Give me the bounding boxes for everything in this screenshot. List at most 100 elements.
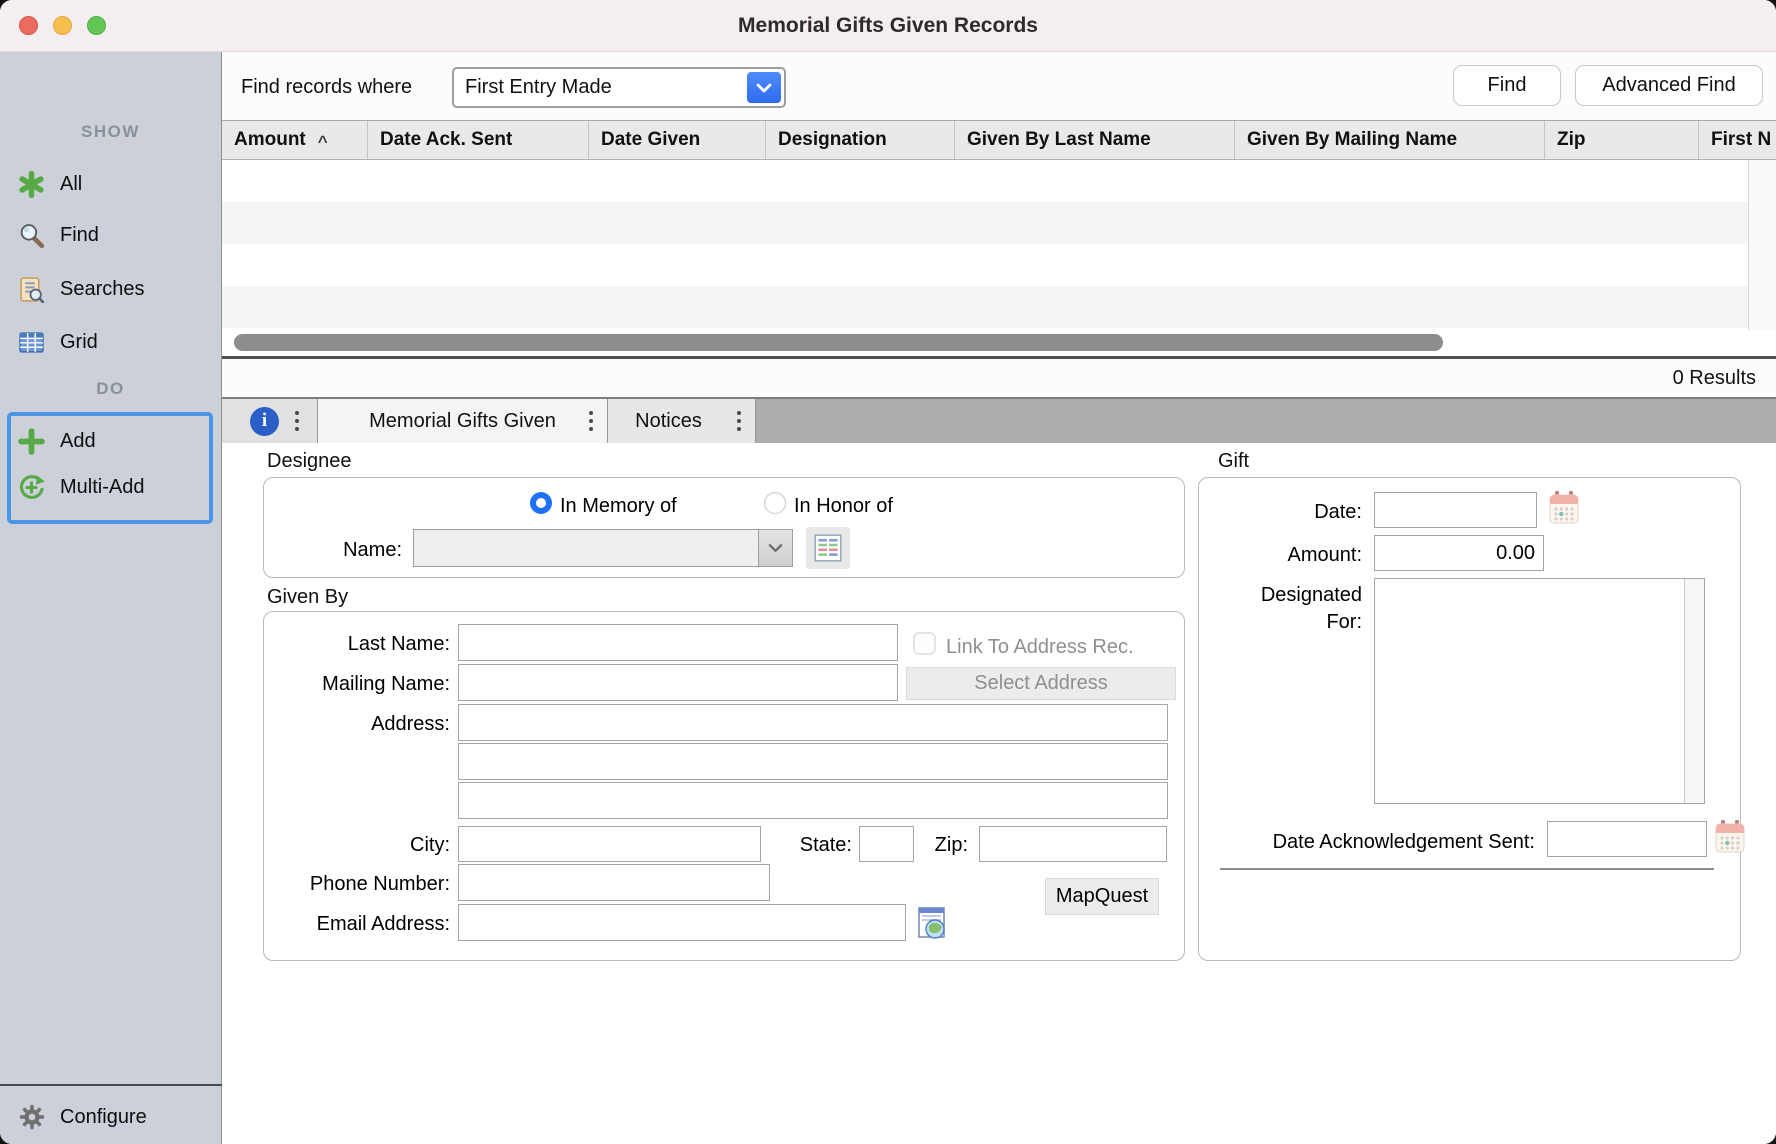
results-count: 0 Results (1673, 367, 1756, 390)
find-records-where-label: Find records where (241, 76, 412, 99)
sidebar-item-label: Grid (60, 331, 98, 354)
advanced-find-button[interactable]: Advanced Find (1575, 65, 1763, 106)
results-bar: 0 Results (222, 359, 1776, 397)
tab-info-segment: i (222, 399, 318, 443)
mailing-name-label: Mailing Name: (240, 673, 450, 696)
mailing-name-input[interactable] (458, 664, 898, 701)
tab-memorial-gifts-given[interactable]: Memorial Gifts Given (318, 399, 608, 443)
column-header-date-ack-sent[interactable]: Date Ack. Sent (367, 121, 588, 159)
column-header-designation[interactable]: Designation (765, 121, 954, 159)
address-line2-input[interactable] (458, 743, 1168, 780)
designee-section-label: Designee (267, 450, 352, 473)
gift-date-calendar-button[interactable] (1548, 490, 1580, 526)
email-address-label: Email Address: (240, 913, 450, 936)
column-header-date-given[interactable]: Date Given (588, 121, 765, 159)
select-address-button[interactable]: Select Address (906, 667, 1176, 700)
sidebar-section-show: SHOW (0, 122, 221, 142)
calendar-icon (1714, 820, 1746, 854)
app-window: Memorial Gifts Given Records SHOW All Fi… (0, 0, 1776, 1144)
table-row (222, 286, 1776, 328)
sidebar-item-label: All (60, 173, 82, 196)
results-table-header: Amount ^ Date Ack. Sent Date Given Desig… (222, 120, 1776, 160)
zip-label: Zip: (900, 834, 968, 857)
phone-number-label: Phone Number: (240, 873, 450, 896)
sidebar-item-label: Searches (60, 278, 145, 301)
sort-order-dropdown[interactable]: First Entry Made (452, 67, 786, 108)
sidebar-item-find[interactable]: Find (0, 212, 221, 258)
column-header-given-by-last-name[interactable]: Given By Last Name (954, 121, 1234, 159)
in-memory-of-radio[interactable] (530, 492, 552, 514)
sidebar-item-label: Find (60, 224, 99, 247)
gift-date-input[interactable] (1374, 492, 1537, 528)
webpage-globe-icon (914, 906, 948, 940)
calendar-icon (1548, 491, 1580, 525)
asterisk-icon (18, 171, 45, 198)
kebab-menu-icon[interactable] (737, 411, 741, 431)
date-ack-sent-input[interactable] (1547, 821, 1707, 857)
column-header-given-by-mailing-name[interactable]: Given By Mailing Name (1234, 121, 1544, 159)
sidebar-item-searches[interactable]: Searches (0, 266, 221, 312)
sidebar-item-label: Configure (60, 1106, 147, 1129)
gift-amount-input[interactable] (1374, 535, 1544, 571)
address-line1-input[interactable] (458, 704, 1168, 741)
last-name-label: Last Name: (240, 633, 450, 656)
address-line3-input[interactable] (458, 782, 1168, 819)
column-header-first-name[interactable]: First N (1698, 121, 1776, 159)
designee-name-dropdown[interactable] (413, 529, 793, 567)
vertical-scrollbar-track[interactable] (1748, 160, 1776, 356)
gift-section-label: Gift (1218, 450, 1249, 473)
date-ack-sent-label: Date Acknowledgement Sent: (1224, 831, 1535, 854)
link-to-address-checkbox[interactable] (913, 632, 936, 655)
info-icon[interactable]: i (250, 407, 279, 436)
name-label: Name: (302, 539, 402, 562)
designated-for-textarea[interactable] (1374, 578, 1705, 804)
column-header-amount[interactable]: Amount ^ (222, 121, 367, 159)
in-honor-of-radio[interactable] (764, 492, 786, 514)
designated-for-label: Designated For: (1240, 582, 1362, 636)
sidebar-item-configure[interactable]: Configure (0, 1094, 221, 1140)
sidebar-item-label: Add (60, 430, 96, 453)
open-email-webpage-button[interactable] (913, 905, 949, 941)
email-address-input[interactable] (458, 904, 906, 941)
tab-notices[interactable]: Notices (608, 399, 756, 443)
tab-label: Notices (635, 410, 728, 433)
column-header-zip[interactable]: Zip (1544, 121, 1698, 159)
sort-ascending-icon: ^ (318, 132, 328, 152)
horizontal-scrollbar (222, 330, 1776, 356)
city-label: City: (240, 834, 450, 857)
kebab-menu-icon[interactable] (589, 411, 593, 431)
plus-icon (18, 428, 45, 455)
table-row (222, 244, 1776, 286)
table-row (222, 202, 1776, 244)
in-honor-of-label: In Honor of (794, 495, 893, 518)
city-input[interactable] (458, 826, 761, 862)
name-lookup-button[interactable] (806, 527, 850, 569)
sidebar-item-grid[interactable]: Grid (0, 319, 221, 365)
window-title: Memorial Gifts Given Records (0, 0, 1776, 52)
date-ack-calendar-button[interactable] (1714, 819, 1746, 855)
sidebar-item-all[interactable]: All (0, 161, 221, 207)
chevron-down-icon (747, 72, 781, 103)
chevron-down-icon (758, 530, 792, 566)
gift-date-label: Date: (1250, 501, 1362, 524)
zip-input[interactable] (979, 826, 1167, 862)
sidebar: SHOW All Find (0, 52, 222, 1144)
layout-tab-bar: i Memorial Gifts Given Notices (222, 397, 1776, 443)
gear-icon (18, 1104, 45, 1131)
kebab-menu-icon[interactable] (295, 411, 299, 431)
sidebar-item-multi-add[interactable]: Multi-Add (0, 464, 221, 510)
last-name-input[interactable] (458, 624, 898, 661)
textarea-scrollbar-track[interactable] (1684, 579, 1704, 803)
phone-number-input[interactable] (458, 864, 770, 901)
searches-icon (18, 276, 45, 303)
sidebar-item-label: Multi-Add (60, 476, 144, 499)
multi-add-icon (18, 474, 45, 501)
gift-section-divider (1220, 868, 1714, 870)
mapquest-button[interactable]: MapQuest (1045, 878, 1159, 915)
state-label: State: (772, 834, 852, 857)
sidebar-item-add[interactable]: Add (0, 418, 221, 464)
sidebar-section-do: DO (0, 379, 221, 399)
sidebar-footer-divider (0, 1084, 222, 1086)
horizontal-scrollbar-thumb[interactable] (234, 334, 1443, 351)
find-button[interactable]: Find (1453, 65, 1561, 106)
